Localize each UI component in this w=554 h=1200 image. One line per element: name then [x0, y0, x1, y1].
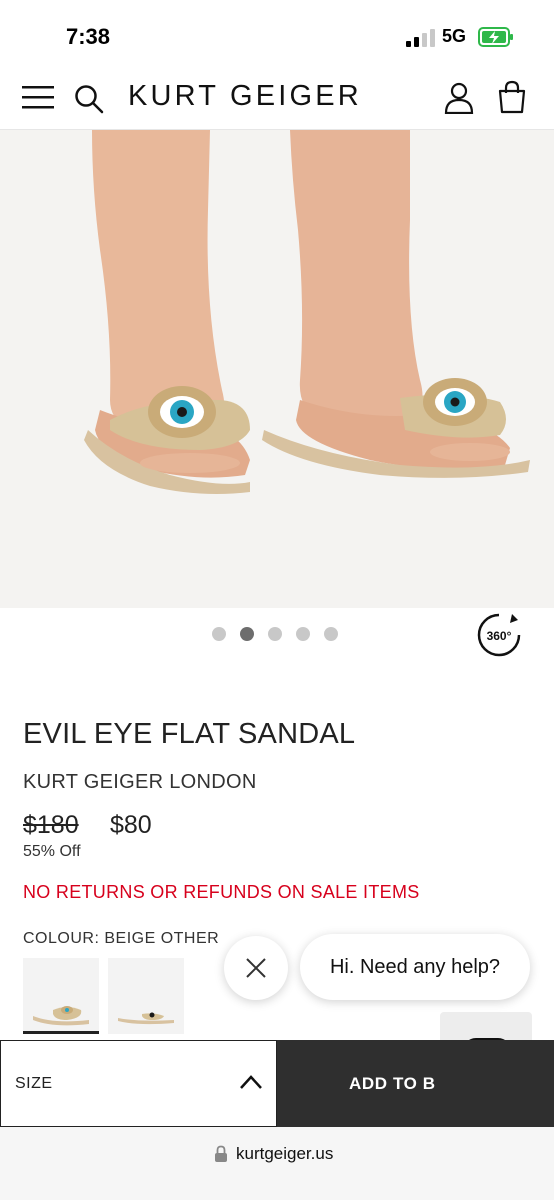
product-title: EVIL EYE FLAT SANDAL [23, 718, 356, 750]
product-photo [0, 130, 554, 608]
sale-price: $80 [110, 811, 152, 839]
chevron-up-icon [240, 1075, 262, 1089]
view-360-icon[interactable]: 360° [476, 612, 522, 658]
carousel-dot-active[interactable] [240, 627, 254, 641]
site-header: KURT GEIGER [0, 70, 554, 130]
product-image[interactable] [0, 130, 554, 608]
close-icon [246, 958, 266, 978]
add-to-bag-button[interactable]: ADD TO B [277, 1040, 554, 1127]
size-label: SIZE [15, 1075, 53, 1092]
hamburger-menu-icon[interactable] [22, 82, 54, 112]
status-bar: 7:38 5G [0, 0, 554, 70]
browser-url-bar[interactable]: kurtgeiger.us [0, 1127, 554, 1200]
carousel-dots [212, 627, 338, 643]
colour-swatch-selected[interactable] [23, 958, 99, 1034]
account-icon[interactable] [444, 82, 474, 114]
discount-label: 55% Off [23, 843, 81, 860]
brand-logo[interactable]: KURT GEIGER [128, 80, 362, 113]
search-icon[interactable] [74, 84, 104, 114]
original-price: $180 [23, 811, 79, 839]
carousel-dot[interactable] [296, 627, 310, 641]
sandal-thumbnail [118, 1012, 174, 1025]
view-360-label: 360° [487, 629, 512, 643]
status-time: 7:38 [66, 24, 111, 49]
lock-icon [215, 1145, 227, 1162]
carousel-dot[interactable] [324, 627, 338, 641]
add-to-bag-label: ADD TO B [349, 1074, 436, 1093]
battery-charging-icon [478, 27, 513, 47]
shopping-bag-icon[interactable] [496, 80, 528, 114]
bottom-action-bar: SIZE ADD TO B [0, 1040, 554, 1127]
colour-label: COLOUR: BEIGE OTHER [23, 930, 220, 947]
chat-greeting-bubble[interactable]: Hi. Need any help? [300, 934, 530, 1000]
sandal-thumbnail [33, 1006, 89, 1026]
network-type: 5G [442, 26, 467, 46]
sale-notice: NO RETURNS OR REFUNDS ON SALE ITEMS [23, 882, 420, 902]
carousel-dot[interactable] [268, 627, 282, 641]
carousel-dot[interactable] [212, 627, 226, 641]
colour-swatch[interactable] [108, 958, 184, 1034]
product-brand: KURT GEIGER LONDON [23, 771, 257, 793]
signal-icon [406, 29, 435, 47]
size-selector[interactable]: SIZE [0, 1040, 277, 1127]
chat-close-button[interactable] [224, 936, 288, 1000]
page-url: kurtgeiger.us [236, 1144, 334, 1163]
